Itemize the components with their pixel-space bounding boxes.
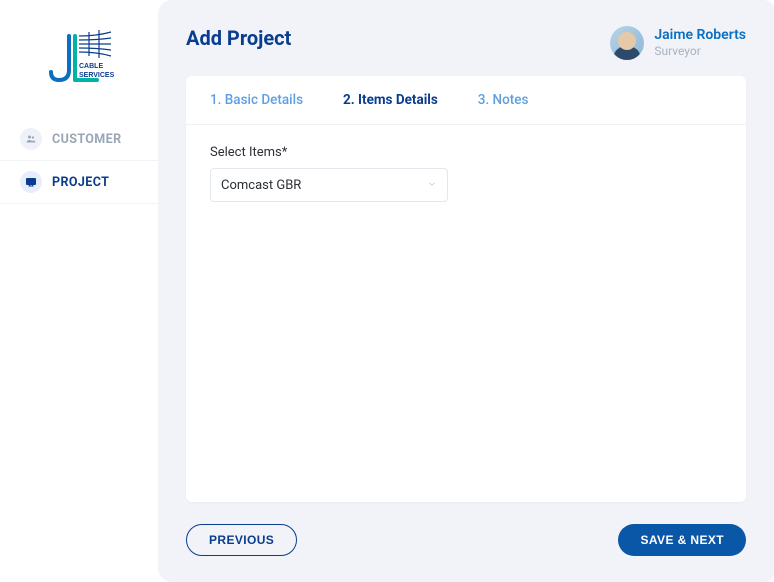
sidebar-item-label: PROJECT [52,175,109,190]
sidebar-item-project[interactable]: PROJECT [0,161,158,204]
form-card: 1. Basic Details 2. Items Details 3. Not… [186,76,746,502]
user-block[interactable]: Jaime Roberts Surveyor [610,26,746,60]
avatar [610,26,644,60]
page-title: Add Project [186,26,291,50]
previous-button[interactable]: PREVIOUS [186,524,297,556]
tab-items-details[interactable]: 2. Items Details [343,92,438,108]
main-content: Add Project Jaime Roberts Surveyor 1. Ba… [158,0,774,582]
footer-actions: PREVIOUS SAVE & NEXT [186,502,746,556]
sidebar: CABLE SERVICES CUSTOMER PROJECT [0,0,158,582]
project-icon [20,171,42,193]
select-items-dropdown[interactable]: Comcast GBR [210,168,448,202]
header: Add Project Jaime Roberts Surveyor [186,26,746,60]
sidebar-item-label: CUSTOMER [52,132,122,147]
select-items-label: Select Items* [210,145,722,160]
select-items-value: Comcast GBR [221,178,301,193]
user-role: Surveyor [654,44,746,58]
tab-notes[interactable]: 3. Notes [478,92,529,108]
user-info: Jaime Roberts Surveyor [654,28,746,57]
user-name: Jaime Roberts [654,28,746,43]
chevron-down-icon [427,178,437,193]
app-root: CABLE SERVICES CUSTOMER PROJECT Add Proj… [0,0,774,582]
tab-strip: 1. Basic Details 2. Items Details 3. Not… [186,76,746,125]
brand-text-2: SERVICES [79,72,115,79]
brand-logo: CABLE SERVICES [39,24,119,88]
sidebar-item-customer[interactable]: CUSTOMER [0,118,158,161]
save-next-button[interactable]: SAVE & NEXT [618,524,746,556]
tab-basic-details[interactable]: 1. Basic Details [210,92,303,108]
brand-text-1: CABLE [79,63,103,70]
card-body: Select Items* Comcast GBR [186,125,746,502]
sidebar-nav: CUSTOMER PROJECT [0,118,158,204]
users-icon [20,128,42,150]
